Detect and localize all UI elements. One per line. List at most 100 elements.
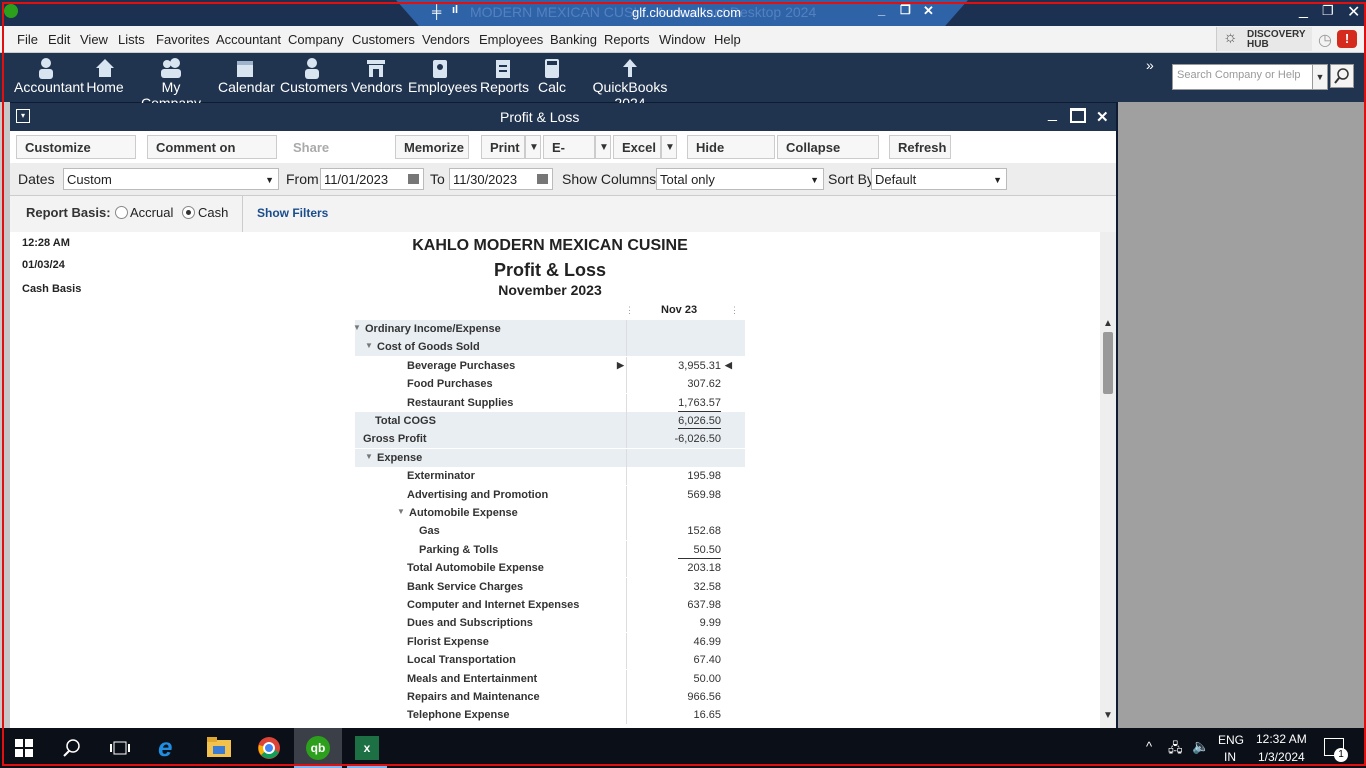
- collapse-triangle-icon[interactable]: ▼: [365, 452, 373, 461]
- report-row[interactable]: Parking & Tolls 50.50: [355, 540, 745, 559]
- iconbar-calendar[interactable]: Calendar: [218, 57, 275, 95]
- report-row[interactable]: Gas 152.68: [355, 522, 745, 541]
- accrual-radio[interactable]: [115, 206, 128, 219]
- report-row[interactable]: Dues and Subscriptions 9.99: [355, 614, 745, 633]
- row-value[interactable]: 569.98: [687, 489, 721, 501]
- row-value[interactable]: 966.56: [687, 691, 721, 703]
- report-minimize-icon[interactable]: _: [1048, 105, 1057, 123]
- clock-date[interactable]: 1/3/2024: [1258, 750, 1305, 764]
- app-minimize-icon[interactable]: _: [1299, 2, 1308, 20]
- search-input[interactable]: Search Company or Help: [1172, 64, 1314, 90]
- pin-icon[interactable]: ╪: [432, 4, 441, 19]
- report-row[interactable]: Computer and Internet Expenses 637.98: [355, 596, 745, 614]
- customize-report-button[interactable]: Customize Report: [16, 135, 136, 179]
- report-row[interactable]: Bank Service Charges 32.58: [355, 577, 745, 596]
- scroll-up-icon[interactable]: ▲: [1103, 318, 1113, 329]
- row-value[interactable]: 32.58: [693, 581, 721, 593]
- report-row[interactable]: Gross Profit -6,026.50: [355, 430, 745, 449]
- share-template-button[interactable]: Share Template: [284, 135, 388, 179]
- report-row[interactable]: ▼ Ordinary Income/Expense: [353, 320, 745, 338]
- report-scrollbar[interactable]: ▲ ▼: [1100, 232, 1116, 728]
- report-row[interactable]: Repairs and Maintenance 966.56: [355, 688, 745, 706]
- iconbar-home[interactable]: Home: [86, 57, 124, 95]
- report-row[interactable]: ▼ Automobile Expense: [355, 504, 745, 522]
- search-icon[interactable]: [62, 738, 82, 758]
- row-value[interactable]: 203.18: [687, 562, 721, 574]
- menu-employees[interactable]: Employees: [479, 32, 543, 47]
- menu-customers[interactable]: Customers: [352, 32, 415, 47]
- print-dropdown-icon[interactable]: ▼: [525, 135, 541, 159]
- sort-by-select[interactable]: Default ▼: [871, 168, 1007, 190]
- report-close-icon[interactable]: ✕: [1096, 108, 1109, 126]
- report-row[interactable]: Local Transportation 67.40: [355, 651, 745, 670]
- report-row[interactable]: ▼ Cost of Goods Sold: [355, 338, 745, 357]
- scroll-down-icon[interactable]: ▼: [1103, 710, 1113, 721]
- tray-chevron-icon[interactable]: ^: [1146, 739, 1152, 754]
- collapse-triangle-icon[interactable]: ▼: [353, 323, 361, 332]
- chrome-icon[interactable]: [257, 736, 281, 760]
- menu-edit[interactable]: Edit: [48, 32, 70, 47]
- cash-radio[interactable]: [182, 206, 195, 219]
- remote-minimize-icon[interactable]: _: [878, 2, 885, 17]
- refresh-button[interactable]: Refresh: [889, 135, 951, 159]
- row-value[interactable]: 195.98: [687, 470, 721, 482]
- column-resize-handle[interactable]: ⋮: [730, 305, 739, 316]
- menu-vendors[interactable]: Vendors: [422, 32, 470, 47]
- app-close-icon[interactable]: ✕: [1347, 2, 1360, 22]
- menu-window[interactable]: Window: [659, 32, 705, 47]
- dates-select[interactable]: Custom ▼: [63, 168, 279, 190]
- to-date-field[interactable]: 11/30/2023: [449, 168, 553, 190]
- collapse-triangle-icon[interactable]: ▼: [397, 507, 405, 516]
- menu-lists[interactable]: Lists: [118, 32, 145, 47]
- remote-restore-icon[interactable]: ❐: [900, 3, 911, 17]
- task-view-icon[interactable]: [110, 739, 130, 757]
- row-value[interactable]: -6,026.50: [675, 433, 721, 445]
- hide-header-button[interactable]: Hide Header: [687, 135, 775, 179]
- network-icon[interactable]: 🖧: [1168, 739, 1183, 761]
- alert-icon[interactable]: !: [1337, 30, 1357, 48]
- menu-accountant[interactable]: Accountant: [216, 32, 281, 47]
- iconbar-reports[interactable]: Reports: [480, 57, 529, 95]
- clock-time[interactable]: 12:32 AM: [1256, 732, 1307, 746]
- row-value[interactable]: 1,763.57: [678, 397, 721, 409]
- menu-favorites[interactable]: Favorites: [156, 32, 209, 47]
- excel-dropdown-icon[interactable]: ▼: [661, 135, 677, 159]
- comment-on-report-button[interactable]: Comment on Report: [147, 135, 277, 179]
- windows-start-icon[interactable]: [15, 739, 33, 757]
- report-row[interactable]: Meals and Entertainment 50.00: [355, 669, 745, 688]
- report-row[interactable]: Telephone Expense 16.65: [355, 706, 745, 725]
- from-date-field[interactable]: 11/01/2023: [320, 168, 424, 190]
- report-row[interactable]: Exterminator 195.98: [355, 467, 745, 486]
- search-button[interactable]: [1330, 64, 1354, 88]
- collapse-rows-button[interactable]: Collapse Rows: [777, 135, 879, 179]
- search-dropdown-icon[interactable]: ▼: [1312, 64, 1328, 90]
- row-value[interactable]: 152.68: [687, 525, 721, 537]
- remote-close-icon[interactable]: ✕: [923, 3, 934, 19]
- app-restore-icon[interactable]: ❐: [1322, 3, 1334, 19]
- row-value[interactable]: 3,955.31: [678, 360, 721, 372]
- discovery-hub-button[interactable]: ☼ DISCOVERY HUB: [1216, 27, 1312, 51]
- email-button[interactable]: E-mail: [543, 135, 595, 179]
- window-menu-icon[interactable]: ▾: [16, 109, 30, 123]
- language-line2[interactable]: IN: [1224, 750, 1236, 764]
- row-value[interactable]: 50.00: [693, 673, 721, 685]
- report-row[interactable]: Total Automobile Expense 203.18: [355, 559, 745, 578]
- show-columns-select[interactable]: Total only ▼: [656, 168, 824, 190]
- iconbar-calc[interactable]: Calc: [535, 57, 569, 95]
- report-row[interactable]: Total COGS 6,026.50: [355, 412, 745, 430]
- iconbar-vendors[interactable]: Vendors: [351, 57, 402, 95]
- excel-taskbar-button[interactable]: x: [347, 728, 387, 768]
- iconbar-employees[interactable]: Employees: [408, 57, 477, 95]
- report-maximize-icon[interactable]: [1070, 108, 1086, 123]
- menu-view[interactable]: View: [80, 32, 108, 47]
- menu-reports[interactable]: Reports: [604, 32, 650, 47]
- column-resize-handle[interactable]: ⋮: [625, 305, 634, 316]
- row-value[interactable]: 67.40: [693, 654, 721, 666]
- show-filters-link[interactable]: Show Filters: [257, 206, 328, 220]
- internet-explorer-icon[interactable]: e: [158, 732, 172, 763]
- row-value[interactable]: 9.99: [700, 617, 721, 629]
- iconbar-accountant[interactable]: Accountant: [14, 57, 84, 95]
- file-explorer-icon[interactable]: [207, 737, 231, 757]
- calendar-icon[interactable]: [408, 174, 419, 184]
- row-value[interactable]: 46.99: [693, 636, 721, 648]
